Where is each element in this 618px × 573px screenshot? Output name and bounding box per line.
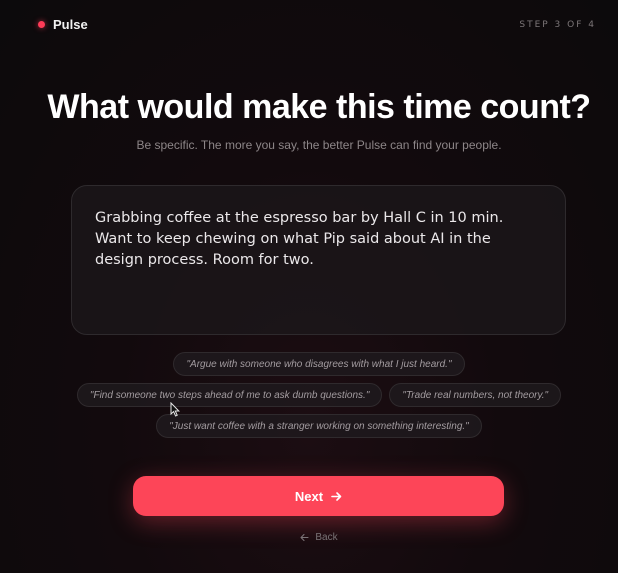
step-indicator: STEP 3 OF 4	[519, 20, 596, 30]
page-subtitle: Be specific. The more you say, the bette…	[136, 138, 502, 152]
suggestion-chip[interactable]: "Find someone two steps ahead of me to a…	[76, 383, 383, 407]
page-title: What would make this time count?	[47, 88, 591, 126]
next-button-label: Next	[294, 488, 324, 504]
suggestion-chip[interactable]: "Trade real numbers, not theory."	[389, 383, 562, 407]
suggestion-chip[interactable]: "Just want coffee with a stranger workin…	[156, 414, 482, 438]
top-bar: Pulse STEP 3 OF 4	[0, 0, 618, 48]
chip-row: "Just want coffee with a stranger workin…	[0, 414, 618, 438]
arrow-right-icon	[331, 491, 342, 501]
mouse-pointer-icon	[170, 402, 180, 417]
chip-row: "Find someone two steps ahead of me to a…	[0, 383, 618, 407]
back-link[interactable]: Back	[0, 532, 618, 543]
suggestion-chip[interactable]: "Argue with someone who disagrees with w…	[173, 352, 465, 376]
brand-dot-icon	[38, 21, 45, 28]
back-label: Back	[315, 532, 338, 543]
brand[interactable]: Pulse	[38, 17, 88, 32]
suggestion-chips: "Argue with someone who disagrees with w…	[0, 352, 618, 445]
chip-row: "Argue with someone who disagrees with w…	[0, 352, 618, 376]
next-button[interactable]: Next	[133, 476, 504, 516]
brand-name: Pulse	[53, 17, 88, 32]
arrow-left-icon	[300, 533, 309, 542]
intent-textarea[interactable]: Grabbing coffee at the espresso bar by H…	[71, 185, 566, 335]
